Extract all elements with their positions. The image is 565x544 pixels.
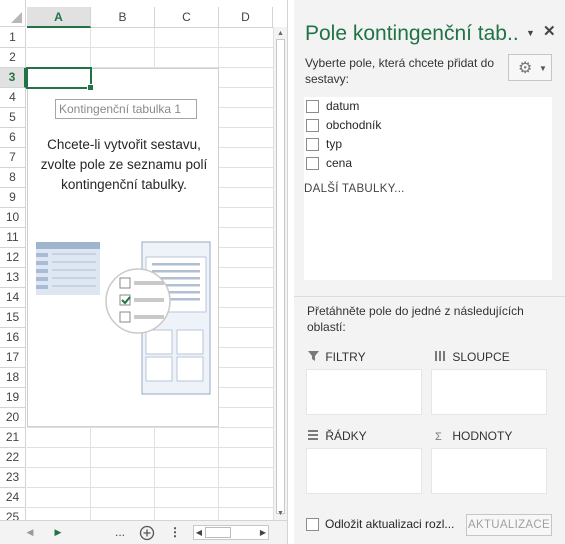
- row-header-8[interactable]: 8: [0, 168, 26, 188]
- horizontal-scrollbar[interactable]: ◀ ▶: [193, 525, 269, 540]
- pivot-instruction-line: Chcete-li vytvořit sestavu,: [47, 137, 201, 152]
- field-label: cena: [326, 156, 353, 170]
- pivot-illustration: [36, 241, 211, 395]
- select-all-corner[interactable]: [0, 0, 26, 27]
- row-header-21[interactable]: 21: [0, 428, 26, 448]
- rows-area-label: ŘÁDKY: [325, 429, 367, 443]
- defer-update-checkbox[interactable]: [306, 518, 319, 531]
- close-icon[interactable]: ✕: [543, 22, 556, 40]
- row-header-7[interactable]: 7: [0, 148, 26, 168]
- gear-icon: ⚙: [518, 60, 533, 77]
- scroll-left-icon[interactable]: ◀: [194, 526, 204, 539]
- row-header-13[interactable]: 13: [0, 268, 26, 288]
- values-area-label: HODNOTY: [452, 429, 513, 443]
- left-triangle-icon[interactable]: ◀: [22, 521, 38, 544]
- row-header-12[interactable]: 12: [0, 248, 26, 268]
- pivot-instruction-line: kontingenční tabulky.: [61, 177, 187, 192]
- field-label: datum: [326, 99, 360, 113]
- row-header-5[interactable]: 5: [0, 108, 26, 128]
- row-header-10[interactable]: 10: [0, 208, 26, 228]
- spreadsheet: A B C D 1 2 3 4 5 6 7 8 9 10 11 12 13 14 15 16 17 18 19 20 2…: [0, 0, 287, 544]
- pivot-table-name: Kontingenční tabulka 1: [55, 99, 197, 119]
- row-header-14[interactable]: 14: [0, 288, 26, 308]
- row-header-17[interactable]: 17: [0, 348, 26, 368]
- add-sheet-icon-glyph: [139, 525, 155, 541]
- columns-area-label: SLOUPCE: [452, 350, 510, 364]
- more-sheets-button[interactable]: ...: [110, 521, 130, 544]
- field-checkbox[interactable]: [306, 119, 319, 132]
- horizontal-scroll-thumb[interactable]: [205, 527, 231, 538]
- row-header-23[interactable]: 23: [0, 468, 26, 488]
- pivot-instructions: Chcete-li vytvořit sestavu, zvolte pole …: [34, 135, 214, 195]
- row-header-18[interactable]: 18: [0, 368, 26, 388]
- filters-area-header: FILTRY: [308, 350, 366, 368]
- pane-subtitle: Vyberte pole, která chcete přidat do ses…: [305, 56, 494, 86]
- pane-options-dropdown-icon[interactable]: ▼: [526, 28, 535, 38]
- row-header-2[interactable]: 2: [0, 48, 26, 68]
- columns-drop-area[interactable]: [431, 369, 547, 415]
- filters-area-label: FILTRY: [325, 350, 366, 364]
- chevron-down-icon: ▼: [539, 64, 547, 73]
- field-list: datum obchodník typ cena DALŠÍ TABULKY..…: [304, 97, 552, 280]
- column-header-a[interactable]: A: [27, 7, 91, 28]
- pivot-instruction-line: zvolte pole ze seznamu polí: [40, 157, 208, 172]
- column-header-d[interactable]: D: [219, 7, 273, 28]
- pivot-table-placeholder[interactable]: Kontingenční tabulka 1 Chcete-li vytvoři…: [27, 68, 219, 427]
- row-header-15[interactable]: 15: [0, 308, 26, 328]
- rows-drop-area[interactable]: [306, 448, 422, 494]
- column-header-c[interactable]: C: [155, 7, 219, 28]
- pane-title: Pole kontingenční tab...: [305, 22, 519, 45]
- scroll-up-icon[interactable]: ▲: [274, 27, 287, 39]
- vertical-scroll-thumb[interactable]: [276, 39, 285, 514]
- update-button[interactable]: AKTUALIZACE: [466, 514, 552, 536]
- field-checkbox[interactable]: [306, 138, 319, 151]
- values-drop-area[interactable]: [431, 448, 547, 494]
- pane-separator[interactable]: [294, 296, 565, 297]
- pivot-field-list-pane: Pole kontingenční tab... ▼ ✕ Vyberte pol…: [294, 0, 565, 544]
- row-header-4[interactable]: 4: [0, 88, 26, 108]
- sheet-options-icon[interactable]: ⋮: [167, 521, 183, 544]
- row-header-6[interactable]: 6: [0, 128, 26, 148]
- more-tables-link[interactable]: DALŠÍ TABULKY...: [304, 183, 405, 195]
- field-list-tools-button[interactable]: ⚙ ▼: [508, 54, 552, 81]
- columns-area-header: SLOUPCE: [435, 350, 510, 368]
- filter-icon: [308, 351, 322, 364]
- add-sheet-icon[interactable]: [137, 521, 157, 544]
- column-header-b[interactable]: B: [91, 7, 155, 28]
- drag-hint: Přetáhněte pole do jedné z následujících…: [307, 304, 524, 334]
- defer-update-label: Odložit aktualizaci rozl...: [325, 517, 455, 531]
- sigma-icon: Σ: [435, 431, 442, 443]
- field-label: obchodník: [326, 118, 382, 132]
- defer-update-option[interactable]: Odložit aktualizaci rozl...: [306, 517, 456, 533]
- field-checkbox[interactable]: [306, 100, 319, 113]
- vertical-scrollbar[interactable]: ▲ ▼: [273, 27, 287, 520]
- select-all-icon: [11, 12, 22, 23]
- values-area-header: Σ HODNOTY: [435, 429, 512, 447]
- row-header-20[interactable]: 20: [0, 408, 26, 428]
- columns-icon: [435, 351, 449, 364]
- scroll-right-icon[interactable]: ▶: [258, 526, 268, 539]
- sheet-tab-bar: ◀ ▶ ... ⋮ ◀ ▶: [0, 520, 287, 544]
- active-cell-a3[interactable]: [26, 67, 94, 91]
- row-header-9[interactable]: 9: [0, 188, 26, 208]
- rows-area-header: ŘÁDKY: [308, 429, 367, 447]
- field-label: typ: [326, 137, 343, 151]
- row-header-1[interactable]: 1: [0, 28, 26, 48]
- row-header-22[interactable]: 22: [0, 448, 26, 468]
- row-header-11[interactable]: 11: [0, 228, 26, 248]
- row-header-16[interactable]: 16: [0, 328, 26, 348]
- field-checkbox[interactable]: [306, 157, 319, 170]
- right-triangle-icon[interactable]: ▶: [50, 521, 66, 544]
- scroll-down-icon[interactable]: ▼: [274, 508, 287, 520]
- row-header-3[interactable]: 3: [0, 68, 26, 88]
- row-header-24[interactable]: 24: [0, 488, 26, 508]
- rows-icon: [308, 430, 322, 443]
- filters-drop-area[interactable]: [306, 369, 422, 415]
- row-header-19[interactable]: 19: [0, 388, 26, 408]
